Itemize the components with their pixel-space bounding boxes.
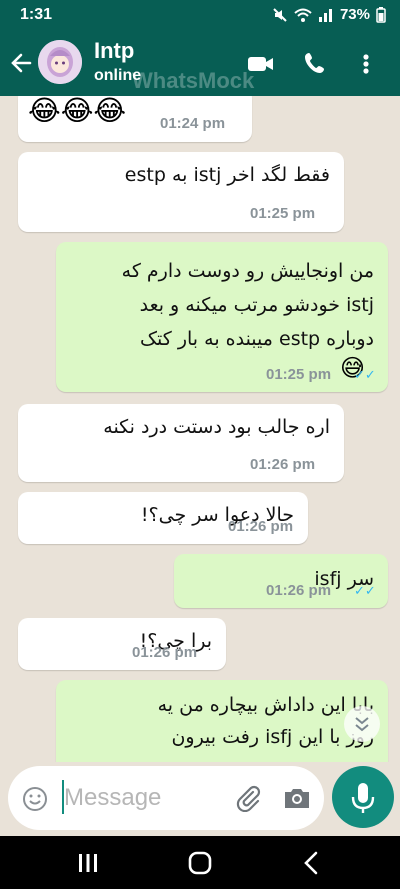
message-time: 01:24 pm	[160, 115, 226, 132]
emoji-icon[interactable]	[22, 786, 48, 812]
attach-icon[interactable]	[234, 784, 262, 812]
message-list[interactable]: 😂😂😂 01:24 pm فقط لگد اخر istj به estp 01…	[0, 96, 400, 762]
message-time: 01:25 pm	[266, 366, 332, 383]
battery-percent: 73%	[339, 6, 370, 23]
phone-call-icon[interactable]	[302, 50, 332, 78]
message-bubble-outgoing[interactable]: سر isfj 01:26 pm ✓✓	[174, 554, 388, 608]
message-text: فقط لگد اخر istj به estp	[124, 164, 330, 186]
message-bubble-outgoing[interactable]: بابا این داداش بیچاره من یه روز با این i…	[56, 680, 388, 762]
voice-message-button[interactable]	[332, 766, 394, 828]
message-text-line: بابا این داداش بیچاره من یه	[157, 694, 374, 716]
video-call-icon[interactable]	[246, 50, 276, 78]
message-text-line: istj خودشو مرتب میکنه و بعد	[139, 294, 374, 316]
status-time: 1:31	[20, 6, 53, 23]
wifi-icon	[294, 8, 312, 22]
message-time: 01:25 pm	[250, 205, 316, 222]
message-bubble-incoming[interactable]: اره جالب بود دستت درد نکنه 01:26 pm	[18, 404, 344, 482]
status-icons: 73%	[272, 6, 386, 23]
message-composer: Message	[8, 766, 324, 830]
camera-icon[interactable]	[282, 784, 312, 812]
mute-icon	[273, 7, 287, 22]
home-icon[interactable]	[186, 850, 214, 876]
chevron-down-icon	[355, 717, 369, 732]
back-arrow-icon[interactable]	[8, 50, 34, 76]
message-text-line: من اونجاییش رو دوست دارم که	[121, 260, 374, 282]
message-bubble-incoming[interactable]: حالا دعوا سر چی؟! 01:26 pm	[18, 492, 308, 544]
read-receipt-icon: ✓✓	[354, 368, 376, 383]
signal-icon	[318, 8, 332, 22]
message-time: 01:26 pm	[228, 518, 294, 535]
contact-name[interactable]: Intp	[94, 38, 134, 64]
message-bubble-outgoing[interactable]: من اونجاییش رو دوست دارم که istj خودشو م…	[56, 242, 388, 392]
message-emoji: 😂😂😂	[28, 96, 127, 127]
microphone-icon	[351, 783, 375, 813]
system-navigation-bar	[0, 836, 400, 889]
scroll-to-bottom-button[interactable]	[344, 706, 380, 742]
message-time: 01:26 pm	[266, 582, 332, 599]
recent-apps-icon[interactable]	[76, 852, 100, 874]
more-options-icon[interactable]	[358, 50, 374, 78]
message-time: 01:26 pm	[250, 456, 316, 473]
message-text-line: دوباره estp میبنده به بار کتک	[140, 328, 374, 350]
watermark: WhatsMock	[132, 68, 255, 93]
avatar[interactable]	[38, 40, 82, 84]
battery-icon	[376, 6, 386, 23]
chat-header: Intp online WhatsMock	[0, 32, 400, 96]
back-nav-icon[interactable]	[300, 850, 322, 876]
read-receipt-icon: ✓✓	[354, 584, 376, 599]
message-bubble-incoming[interactable]: فقط لگد اخر istj به estp 01:25 pm	[18, 152, 344, 232]
status-bar: 1:31 73%	[0, 0, 400, 32]
message-bubble-incoming[interactable]: 😂😂😂 01:24 pm	[18, 96, 252, 142]
message-bubble-incoming[interactable]: برا چی؟! 01:26 pm	[18, 618, 226, 670]
message-input[interactable]: Message	[64, 784, 161, 812]
message-text: اره جالب بود دستت درد نکنه	[103, 416, 330, 438]
message-time: 01:26 pm	[132, 644, 198, 661]
